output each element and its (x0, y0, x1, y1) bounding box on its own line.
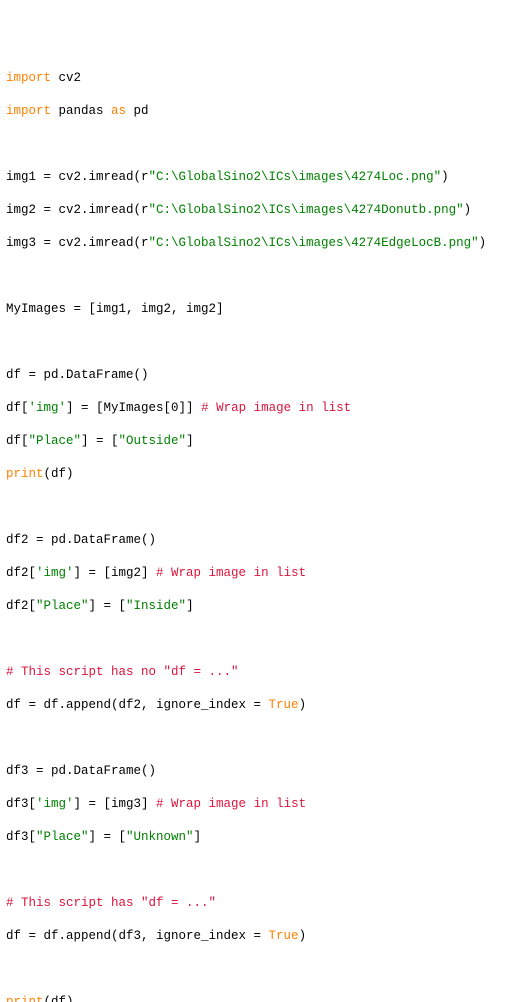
code-line: df = df.append(df2, ignore_index = True) (6, 697, 514, 714)
code-line: df3["Place"] = ["Unknown"] (6, 829, 514, 846)
code-text: df3[ (6, 797, 36, 811)
code-line: print(df) (6, 994, 514, 1002)
code-text: ] (186, 434, 194, 448)
string-literal: "Unknown" (126, 830, 194, 844)
code-text: img3 = cv2.imread(r (6, 236, 149, 250)
code-text: df = pd.DataFrame() (6, 368, 149, 382)
code-text: img2 = cv2.imread(r (6, 203, 149, 217)
code-text: df[ (6, 401, 29, 415)
code-text: ] = [img3] (74, 797, 157, 811)
code-text: ) (299, 929, 307, 943)
string-literal: 'img' (36, 797, 74, 811)
string-literal: 'img' (36, 566, 74, 580)
code-text: (df) (44, 995, 74, 1002)
code-text: df2[ (6, 599, 36, 613)
code-text: df2 = pd.DataFrame() (6, 533, 156, 547)
code-text: df2[ (6, 566, 36, 580)
code-text: df = df.append(df3, ignore_index = (6, 929, 269, 943)
code-line: df["Place"] = ["Outside"] (6, 433, 514, 450)
code-line: df = df.append(df3, ignore_index = True) (6, 928, 514, 945)
code-block: import cv2 import pandas as pd img1 = cv… (6, 54, 514, 1002)
blank-line (6, 730, 514, 747)
string-literal: "C:\GlobalSino2\ICs\images\4274Loc.png" (149, 170, 442, 184)
code-text: ) (479, 236, 487, 250)
code-line: img2 = cv2.imread(r"C:\GlobalSino2\ICs\i… (6, 202, 514, 219)
builtin-print: print (6, 995, 44, 1002)
code-text: ] = [ (89, 830, 127, 844)
code-line: # This script has no "df = ..." (6, 664, 514, 681)
code-text: df3 = pd.DataFrame() (6, 764, 156, 778)
code-text: ) (441, 170, 449, 184)
code-line: df2 = pd.DataFrame() (6, 532, 514, 549)
builtin-print: print (6, 467, 44, 481)
code-text: df3[ (6, 830, 36, 844)
string-literal: "Place" (36, 830, 89, 844)
code-text: ] = [img2] (74, 566, 157, 580)
blank-line (6, 631, 514, 648)
code-line: df['img'] = [MyImages[0]] # Wrap image i… (6, 400, 514, 417)
code-line: print(df) (6, 466, 514, 483)
keyword-import: import (6, 104, 51, 118)
blank-line (6, 961, 514, 978)
comment: # Wrap image in list (156, 566, 306, 580)
keyword-true: True (269, 698, 299, 712)
code-line: df3 = pd.DataFrame() (6, 763, 514, 780)
code-line: df3['img'] = [img3] # Wrap image in list (6, 796, 514, 813)
comment: # This script has no "df = ..." (6, 665, 239, 679)
code-line: df2["Place"] = ["Inside"] (6, 598, 514, 615)
blank-line (6, 499, 514, 516)
comment: # Wrap image in list (201, 401, 351, 415)
code-text: df = df.append(df2, ignore_index = (6, 698, 269, 712)
code-text: (df) (44, 467, 74, 481)
string-literal: "C:\GlobalSino2\ICs\images\4274EdgeLocB.… (149, 236, 479, 250)
code-text: ] = [MyImages[0]] (66, 401, 201, 415)
blank-line (6, 136, 514, 153)
code-text: img1 = cv2.imread(r (6, 170, 149, 184)
module-name: cv2 (51, 71, 81, 85)
code-line: df2['img'] = [img2] # Wrap image in list (6, 565, 514, 582)
code-text: ] = [ (81, 434, 119, 448)
keyword-true: True (269, 929, 299, 943)
code-line: img3 = cv2.imread(r"C:\GlobalSino2\ICs\i… (6, 235, 514, 252)
comment: # This script has "df = ..." (6, 896, 216, 910)
code-line: # This script has "df = ..." (6, 895, 514, 912)
alias-name: pd (126, 104, 149, 118)
blank-line (6, 334, 514, 351)
code-text: ] = [ (89, 599, 127, 613)
string-literal: "Place" (29, 434, 82, 448)
code-text: MyImages = [img1, img2, img2] (6, 302, 224, 316)
code-line: img1 = cv2.imread(r"C:\GlobalSino2\ICs\i… (6, 169, 514, 186)
blank-line (6, 862, 514, 879)
code-text: ] (194, 830, 202, 844)
code-line: MyImages = [img1, img2, img2] (6, 301, 514, 318)
module-name: pandas (51, 104, 111, 118)
code-line: import pandas as pd (6, 103, 514, 120)
keyword-import: import (6, 71, 51, 85)
comment: # Wrap image in list (156, 797, 306, 811)
code-text: ] (186, 599, 194, 613)
string-literal: "Inside" (126, 599, 186, 613)
code-text: ) (299, 698, 307, 712)
keyword-as: as (111, 104, 126, 118)
string-literal: "Outside" (119, 434, 187, 448)
code-text: ) (464, 203, 472, 217)
string-literal: "Place" (36, 599, 89, 613)
code-text: df[ (6, 434, 29, 448)
blank-line (6, 268, 514, 285)
string-literal: 'img' (29, 401, 67, 415)
string-literal: "C:\GlobalSino2\ICs\images\4274Donutb.pn… (149, 203, 464, 217)
code-line: df = pd.DataFrame() (6, 367, 514, 384)
code-line: import cv2 (6, 70, 514, 87)
